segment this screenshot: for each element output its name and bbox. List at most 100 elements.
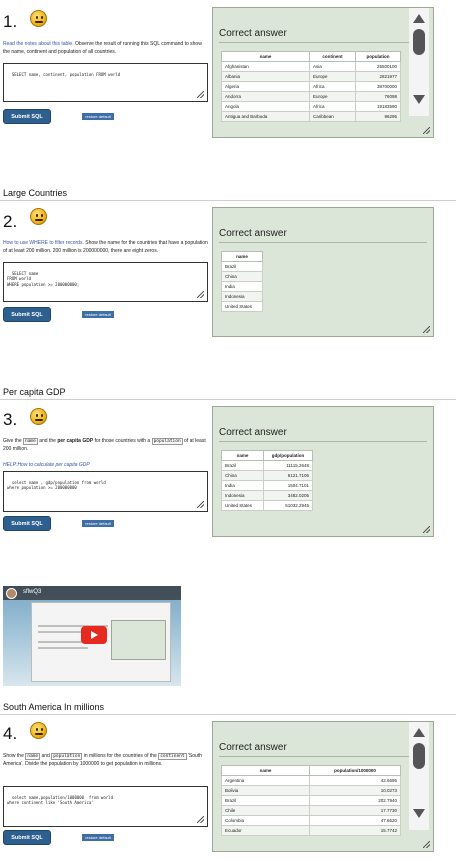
resize-grip-icon[interactable]: [423, 526, 430, 533]
scroll-down-icon[interactable]: [413, 95, 425, 104]
table-row: Argentina 42.6695: [221, 775, 401, 786]
question-prompt: Read the notes about this table. Observe…: [3, 41, 208, 56]
resize-grip-icon[interactable]: [197, 291, 204, 298]
code-name: name: [23, 438, 38, 445]
help-link[interactable]: HELP:How to calculate per capita GDP: [3, 462, 90, 468]
correct-answer-panel: Correct answer name continent population…: [212, 7, 434, 138]
code-name: name: [25, 753, 41, 760]
table-row: Colombia 47.6620: [221, 815, 401, 826]
table-row: Indonesia 3482.0205: [221, 490, 313, 501]
cell: Angola: [221, 101, 310, 112]
cell: 1504.7101: [263, 480, 313, 491]
video-thumbnail-panel: [111, 620, 166, 660]
cell: 38700000: [355, 81, 401, 92]
question-number: 3.: [3, 410, 18, 429]
column-header: name: [221, 251, 263, 262]
cell: 15.7742: [309, 825, 401, 836]
cell: China: [221, 271, 263, 282]
table-header-row: name: [221, 251, 263, 262]
scroll-up-icon[interactable]: [413, 728, 425, 737]
table-header-row: name continent population: [221, 51, 401, 62]
where-help-link[interactable]: How to use WHERE to filter records.: [3, 240, 84, 246]
column-header: continent: [309, 51, 356, 62]
section-title: Per capita GDP: [3, 387, 66, 397]
resize-grip-icon[interactable]: [197, 91, 204, 98]
cell: 76098: [355, 91, 401, 102]
section-divider: [0, 200, 456, 201]
restore-default-button[interactable]: restore default: [82, 834, 114, 841]
prompt-text: in millions for the countries of the: [82, 753, 159, 759]
notes-link[interactable]: Read the notes about this table.: [3, 41, 74, 47]
column-header: population/1000000: [309, 765, 401, 776]
cell: 17.7730: [309, 805, 401, 816]
sql-text[interactable]: SELECT name FROM world WHERE population …: [7, 271, 79, 287]
cell: 47.6620: [309, 815, 401, 826]
submit-sql-button[interactable]: Submit SQL: [3, 830, 51, 845]
correct-answer-panel: Correct answer name population/1000000 A…: [212, 721, 434, 852]
table-row: Afghanistan Asia 25500100: [221, 61, 401, 72]
code-continent: continent: [158, 753, 187, 760]
cell: Ecuador: [221, 825, 310, 836]
sql-text[interactable]: SELECT name, continent, population FROM …: [12, 72, 120, 77]
result-table: name Brazil China India Indonesia United…: [221, 251, 263, 312]
divider: [219, 42, 427, 43]
sql-editor[interactable]: SELECT name, continent, population FROM …: [3, 63, 208, 102]
sql-text[interactable]: select name,population/1000000 from worl…: [7, 795, 113, 806]
table-row: Indonesia: [221, 291, 263, 302]
column-header: gdp/population: [263, 450, 313, 461]
restore-default-button[interactable]: restore default: [82, 311, 114, 318]
table-row: Brazil: [221, 261, 263, 272]
scroll-up-icon[interactable]: [413, 14, 425, 23]
table-row: Antigua and Barbuda Caribbean 86295: [221, 111, 401, 122]
cell: 11115.2648: [263, 460, 313, 471]
scrollbar-thumb[interactable]: [413, 29, 425, 55]
answer-title: Correct answer: [219, 28, 287, 39]
cell: Antigua and Barbuda: [221, 111, 310, 122]
cell: Bolivia: [221, 785, 310, 796]
cell: Chile: [221, 805, 310, 816]
cell: India: [221, 281, 263, 292]
play-icon[interactable]: [81, 626, 107, 644]
sql-text[interactable]: select name , gdp/population from world …: [7, 480, 106, 491]
answer-title: Correct answer: [219, 742, 287, 753]
table-row: India 1504.7101: [221, 480, 313, 491]
sql-editor[interactable]: SELECT name FROM world WHERE population …: [3, 262, 208, 302]
resize-grip-icon[interactable]: [197, 501, 204, 508]
cell: China: [221, 470, 264, 481]
resize-grip-icon[interactable]: [197, 816, 204, 823]
table-row: Albania Europe 2821977: [221, 71, 401, 82]
scroll-down-icon[interactable]: [413, 809, 425, 818]
column-header: name: [221, 450, 264, 461]
video-player[interactable]: sflwQ3: [3, 586, 181, 686]
submit-sql-button[interactable]: Submit SQL: [3, 307, 51, 322]
table-row: Algeria Africa 38700000: [221, 81, 401, 92]
prompt-text: Show the: [3, 753, 26, 759]
question-number: 1.: [3, 12, 18, 31]
cell: 51032.2945: [263, 500, 313, 511]
cell: Afghanistan: [221, 61, 310, 72]
table-row: Brazil 202.7940: [221, 795, 401, 806]
cell: India: [221, 480, 264, 491]
smiley-icon: [30, 722, 47, 739]
restore-default-button[interactable]: restore default: [82, 113, 114, 120]
resize-grip-icon[interactable]: [423, 841, 430, 848]
smiley-icon: [30, 10, 47, 27]
cell: Caribbean: [309, 111, 356, 122]
sql-editor[interactable]: select name , gdp/population from world …: [3, 471, 208, 512]
smiley-icon: [30, 408, 47, 425]
table-header-row: name gdp/population: [221, 450, 313, 461]
resize-grip-icon[interactable]: [423, 127, 430, 134]
scrollbar-thumb[interactable]: [413, 743, 425, 769]
table-row: Ecuador 15.7742: [221, 825, 401, 836]
correct-answer-panel: Correct answer name Brazil China India I…: [212, 207, 434, 337]
cell: Africa: [309, 101, 356, 112]
cell: United States: [221, 301, 263, 312]
sql-editor[interactable]: select name,population/1000000 from worl…: [3, 786, 208, 827]
submit-sql-button[interactable]: Submit SQL: [3, 516, 51, 531]
resize-grip-icon[interactable]: [423, 326, 430, 333]
table-row: Brazil 11115.2648: [221, 460, 313, 471]
restore-default-button[interactable]: restore default: [82, 520, 114, 527]
submit-sql-button[interactable]: Submit SQL: [3, 109, 51, 124]
scrollbar[interactable]: [409, 722, 429, 830]
scrollbar[interactable]: [409, 8, 429, 116]
